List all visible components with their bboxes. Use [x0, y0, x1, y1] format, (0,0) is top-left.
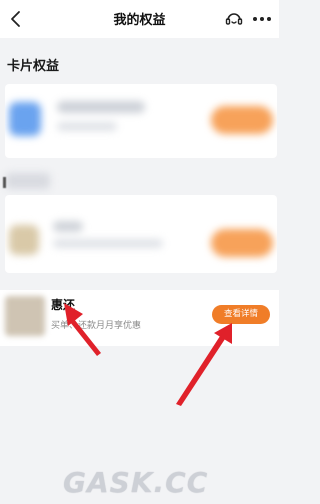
blurred-benefit-card-2[interactable]: [5, 195, 277, 273]
benefit-name: 惠还: [51, 298, 76, 312]
blurred-card-content-2: [5, 195, 277, 273]
more-dots-icon[interactable]: [251, 13, 273, 25]
top-navigation-bar: 我的权益: [0, 0, 279, 38]
view-details-button[interactable]: 查看详情: [212, 305, 270, 324]
benefit-description: 买单、还款月月享优惠: [51, 321, 142, 331]
section-title: 卡片权益: [7, 59, 60, 74]
blurred-benefit-card[interactable]: [5, 84, 277, 158]
watermark: GASK.CC: [63, 466, 209, 499]
blurred-edge-text: [3, 177, 6, 188]
blurred-subsection-title: [6, 173, 50, 189]
blurred-card-content: [5, 84, 277, 158]
customer-service-icon[interactable]: [223, 8, 245, 30]
benefit-thumbnail: [5, 296, 45, 336]
